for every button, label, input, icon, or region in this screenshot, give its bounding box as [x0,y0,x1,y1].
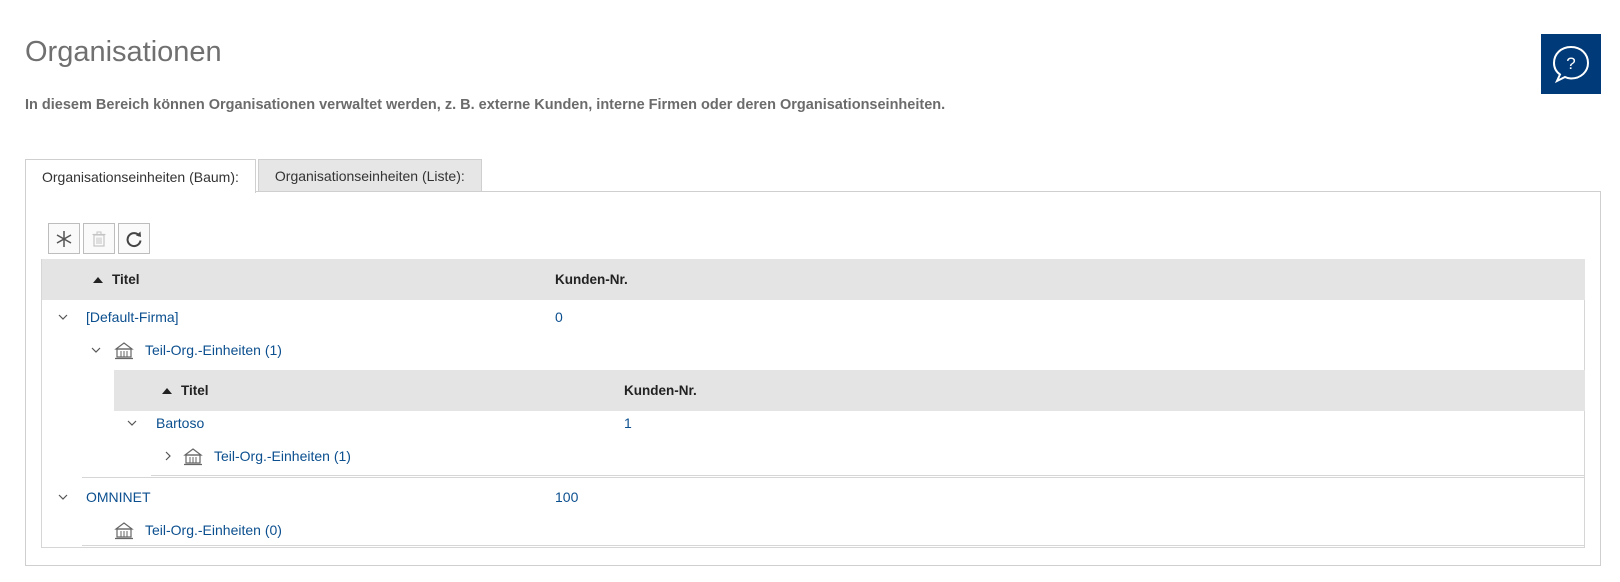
svg-text:?: ? [1566,54,1575,73]
page-title: Organisationen [25,36,222,68]
divider [82,477,1585,478]
org-title-omninet[interactable]: OMNINET [86,489,151,505]
toolbar [48,223,150,254]
chevron-down-icon [91,347,101,353]
sort-ascending-icon [93,276,103,283]
column-header-number-label: Kunden-Nr. [555,272,628,287]
divider [82,545,1585,546]
sub-grid-header [114,370,1585,411]
org-title-bartoso[interactable]: Bartoso [156,415,204,431]
building-icon [114,342,134,360]
sub-column-header-title[interactable]: Titel [162,370,209,411]
refresh-icon [126,231,142,247]
sub-units-link[interactable]: Teil-Org.-Einheiten (1) [214,448,351,464]
collapse-chevron[interactable] [89,343,103,357]
divider [151,475,1585,476]
expand-chevron[interactable] [161,449,175,463]
help-button[interactable]: ? [1541,34,1601,94]
tab-tree[interactable]: Organisationseinheiten (Baum): [25,159,256,193]
tab-bar: Organisationseinheiten (Baum): Organisat… [25,159,484,193]
column-header-number[interactable]: Kunden-Nr. [555,259,628,300]
org-number: 1 [624,415,632,431]
delete-button[interactable] [83,223,115,254]
org-number: 100 [555,489,579,505]
add-button[interactable] [48,223,80,254]
sub-column-header-number[interactable]: Kunden-Nr. [624,370,697,411]
chevron-down-icon [58,494,68,500]
chevron-down-icon [127,420,137,426]
refresh-button[interactable] [118,223,150,254]
asterisk-icon [56,230,72,247]
collapse-chevron[interactable] [56,310,70,324]
column-header-title-label: Titel [112,272,140,287]
chevron-right-icon [165,451,171,461]
sub-units-link[interactable]: Teil-Org.-Einheiten (1) [145,342,282,358]
sub-column-header-number-label: Kunden-Nr. [624,383,697,398]
grid-header [42,259,1585,300]
column-header-title[interactable]: Titel [93,259,140,300]
building-icon [183,448,203,466]
page-description: In diesem Bereich können Organisationen … [25,97,946,113]
building-icon [114,522,134,540]
sub-column-header-title-label: Titel [181,383,209,398]
sub-units-link[interactable]: Teil-Org.-Einheiten (0) [145,522,282,538]
tab-list[interactable]: Organisationseinheiten (Liste): [257,159,482,192]
sort-ascending-icon [162,387,172,394]
trash-icon [92,231,106,247]
org-title-default-firma[interactable]: [Default-Firma] [86,309,179,325]
org-number: 0 [555,309,563,325]
collapse-chevron[interactable] [56,490,70,504]
help-question-icon: ? [1552,45,1590,84]
collapse-chevron[interactable] [125,416,139,430]
chevron-down-icon [58,314,68,320]
